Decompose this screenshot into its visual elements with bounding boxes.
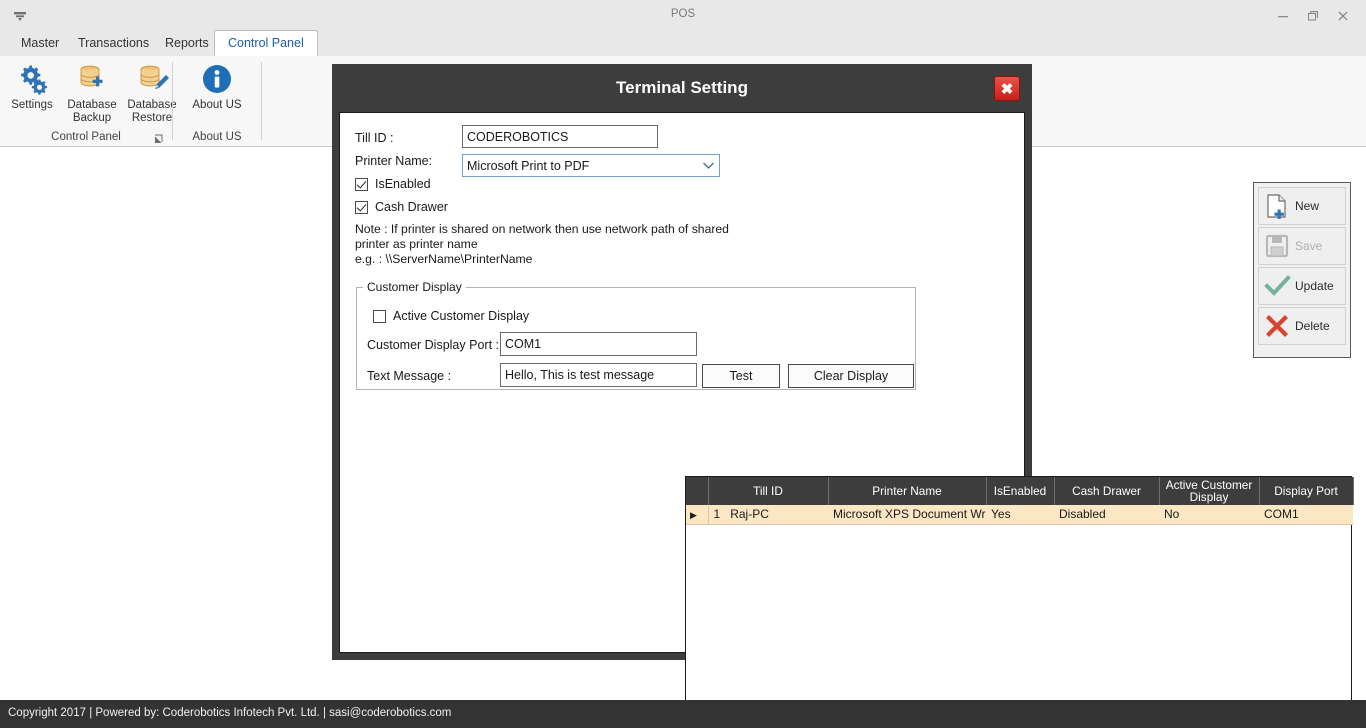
floppy-disk-icon bbox=[1259, 228, 1295, 264]
text-message-input[interactable] bbox=[500, 363, 697, 387]
ribbon-group-control-panel: Settings Database Backup Database Restor… bbox=[0, 56, 177, 147]
customer-display-port-input[interactable] bbox=[500, 332, 697, 356]
ribbon-group-separator bbox=[261, 62, 262, 140]
printer-name-select[interactable]: Microsoft Print to PDF bbox=[462, 154, 720, 177]
footer-bar: Copyright 2017 | Powered by: Coderobotic… bbox=[0, 700, 1366, 728]
delete-button-label: Delete bbox=[1295, 319, 1330, 333]
grid-col-selector bbox=[686, 477, 709, 505]
cash-drawer-checkbox[interactable]: Cash Drawer bbox=[355, 200, 448, 214]
till-id-input[interactable] bbox=[462, 125, 658, 148]
grid-col-active-customer-display[interactable]: Active Customer Display bbox=[1159, 477, 1260, 505]
database-pencil-icon bbox=[136, 61, 169, 97]
cell-is-enabled: Yes bbox=[986, 505, 1054, 525]
cell-printer-name: Microsoft XPS Document Writer bbox=[828, 505, 986, 525]
cell-display-port: COM1 bbox=[1259, 505, 1353, 525]
row-number: 1 bbox=[713, 507, 721, 522]
update-button[interactable]: Update bbox=[1258, 267, 1346, 305]
ribbon-item-label: Settings bbox=[11, 99, 53, 111]
info-circle-icon bbox=[201, 61, 233, 97]
ribbon-item-database-backup[interactable]: Database Backup bbox=[62, 58, 122, 125]
customer-display-port-label: Customer Display Port : bbox=[367, 338, 499, 352]
customer-display-legend: Customer Display bbox=[363, 280, 466, 294]
dialog-launcher-icon[interactable] bbox=[154, 131, 164, 143]
maximize-restore-button[interactable] bbox=[1300, 6, 1326, 26]
chevron-down-icon bbox=[702, 159, 715, 173]
ribbon-item-settings[interactable]: Settings bbox=[2, 58, 62, 112]
gears-icon bbox=[16, 61, 49, 97]
update-button-label: Update bbox=[1295, 279, 1334, 293]
ribbon-group-about-us: About US About US bbox=[173, 56, 261, 147]
close-window-button[interactable] bbox=[1330, 6, 1356, 26]
grid-table: Till ID Printer Name IsEnabled Cash Draw… bbox=[686, 477, 1354, 525]
save-button-label: Save bbox=[1295, 239, 1323, 253]
printer-name-value: Microsoft Print to PDF bbox=[467, 158, 590, 173]
checkbox-box bbox=[355, 200, 368, 214]
window-titlebar: POS bbox=[0, 0, 1366, 31]
grid-body: ▶ 1 Raj-PC Microsoft XPS Document Writer… bbox=[686, 505, 1353, 525]
test-button[interactable]: Test bbox=[702, 364, 780, 388]
action-buttons-panel: New Save Update Delete bbox=[1253, 182, 1351, 358]
checkbox-box bbox=[373, 309, 386, 323]
tab-master[interactable]: Master bbox=[8, 31, 72, 56]
ribbon-tabstrip: Master Transactions Reports Control Pane… bbox=[0, 30, 1366, 56]
active-customer-display-checkbox[interactable]: Active Customer Display bbox=[373, 309, 529, 323]
new-document-icon bbox=[1259, 188, 1295, 224]
database-plus-icon bbox=[76, 61, 109, 97]
active-customer-display-label: Active Customer Display bbox=[393, 309, 530, 323]
ribbon-item-about-us[interactable]: About US bbox=[187, 58, 247, 112]
save-button[interactable]: Save bbox=[1258, 227, 1346, 265]
ribbon-group-title: Control Panel bbox=[51, 131, 121, 143]
till-id-label: Till ID : bbox=[355, 131, 394, 145]
minimize-button[interactable] bbox=[1270, 6, 1296, 26]
ribbon-item-label: Database Backup bbox=[67, 99, 117, 124]
window-title: POS bbox=[670, 8, 696, 20]
checkbox-box bbox=[355, 177, 368, 191]
grid-col-cash-drawer[interactable]: Cash Drawer bbox=[1054, 477, 1160, 505]
terminal-setting-dialog: Terminal Setting ✖ Till ID : Printer Nam… bbox=[332, 64, 1354, 716]
cell-till-id: 1 Raj-PC bbox=[708, 505, 828, 525]
cash-drawer-label: Cash Drawer bbox=[375, 200, 448, 214]
clear-display-button[interactable]: Clear Display bbox=[788, 364, 914, 388]
new-button-label: New bbox=[1295, 199, 1320, 213]
tab-control-panel[interactable]: Control Panel bbox=[214, 30, 318, 56]
cell-active-customer-display: No bbox=[1159, 505, 1259, 525]
copyright-text: Copyright 2017 | Powered by: Coderobotic… bbox=[8, 707, 452, 719]
grid-col-is-enabled[interactable]: IsEnabled bbox=[986, 477, 1055, 505]
printer-note-text: Note : If printer is shared on network t… bbox=[355, 222, 729, 266]
printer-name-label: Printer Name: bbox=[355, 154, 433, 168]
text-message-label: Text Message : bbox=[367, 369, 452, 383]
cell-cash-drawer: Disabled bbox=[1054, 505, 1159, 525]
is-enabled-checkbox[interactable]: IsEnabled bbox=[355, 177, 431, 191]
table-row[interactable]: ▶ 1 Raj-PC Microsoft XPS Document Writer… bbox=[686, 505, 1353, 525]
grid-col-printer-name[interactable]: Printer Name bbox=[828, 477, 987, 505]
cell-till-id-value: Raj-PC bbox=[730, 507, 769, 522]
delete-button[interactable]: Delete bbox=[1258, 307, 1346, 345]
green-check-icon bbox=[1259, 268, 1295, 304]
ribbon-item-label: About US bbox=[192, 99, 242, 111]
dialog-title: Terminal Setting bbox=[616, 78, 748, 97]
row-selector-cell[interactable]: ▶ bbox=[686, 505, 709, 525]
new-button[interactable]: New bbox=[1258, 187, 1346, 225]
grid-col-display-port[interactable]: Display Port bbox=[1259, 477, 1354, 505]
is-enabled-label: IsEnabled bbox=[375, 177, 431, 191]
grid-col-till-id[interactable]: Till ID bbox=[708, 477, 829, 505]
dialog-close-button[interactable]: ✖ bbox=[994, 76, 1020, 101]
terminal-settings-grid[interactable]: Till ID Printer Name IsEnabled Cash Draw… bbox=[685, 476, 1354, 716]
grid-header: Till ID Printer Name IsEnabled Cash Draw… bbox=[686, 477, 1354, 505]
red-cross-icon bbox=[1259, 308, 1295, 344]
grid-header-row: Till ID Printer Name IsEnabled Cash Draw… bbox=[686, 477, 1354, 505]
row-selector-arrow-icon: ▶ bbox=[690, 510, 697, 521]
tab-transactions[interactable]: Transactions bbox=[65, 31, 162, 56]
ribbon-group-title: About US bbox=[192, 131, 242, 143]
tab-reports[interactable]: Reports bbox=[152, 31, 222, 56]
